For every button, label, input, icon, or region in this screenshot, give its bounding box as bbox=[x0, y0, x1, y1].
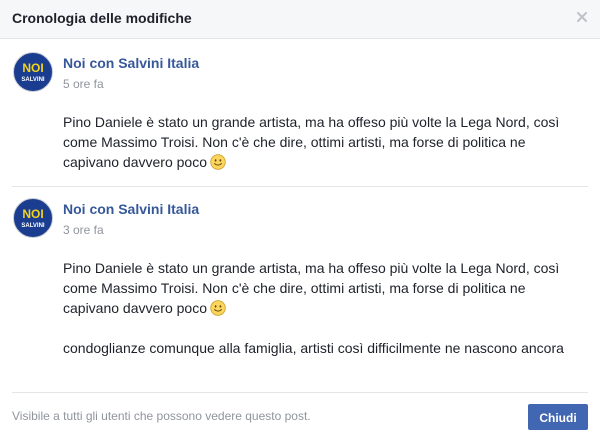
revision-paragraph: Pino Daniele è stato un grande artista, … bbox=[63, 258, 583, 318]
author-name-link[interactable]: Noi con Salvini Italia bbox=[63, 201, 199, 217]
revisions-list: NOI SALVINI Noi con Salvini Italia 5 ore… bbox=[0, 39, 600, 392]
edit-history-dialog: Cronologia delle modifiche NOI SALVINI N… bbox=[0, 0, 600, 443]
visibility-note: Visibile a tutti gli utenti che possono … bbox=[12, 409, 311, 423]
revision-text: Pino Daniele è stato un grande artista, … bbox=[63, 112, 583, 172]
paragraph-text: Pino Daniele è stato un grande artista, … bbox=[63, 114, 560, 170]
avatar[interactable]: NOI SALVINI bbox=[12, 197, 54, 239]
dialog-header: Cronologia delle modifiche bbox=[0, 0, 600, 39]
timestamp-link[interactable]: 5 ore fa bbox=[63, 77, 104, 91]
dialog-footer: Visibile a tutti gli utenti che possono … bbox=[0, 392, 600, 443]
revision-text: Pino Daniele è stato un grande artista, … bbox=[63, 258, 583, 358]
footer-divider bbox=[12, 392, 588, 393]
revision-divider bbox=[12, 186, 588, 187]
revision-paragraph: condoglianze comunque alla famiglia, art… bbox=[63, 340, 564, 356]
dialog-title: Cronologia delle modifiche bbox=[12, 10, 192, 26]
close-button[interactable]: Chiudi bbox=[528, 404, 588, 430]
smile-emoji-icon bbox=[210, 154, 226, 170]
revision-paragraph: Pino Daniele è stato un grande artista, … bbox=[63, 112, 583, 172]
revision-item: NOI SALVINI Noi con Salvini Italia 5 ore… bbox=[12, 51, 588, 186]
timestamp-link[interactable]: 3 ore fa bbox=[63, 223, 104, 237]
avatar-text-top: NOI bbox=[22, 207, 43, 221]
smile-emoji-icon bbox=[210, 300, 226, 316]
avatar-text-bottom: SALVINI bbox=[21, 223, 45, 229]
close-icon[interactable] bbox=[574, 9, 590, 25]
avatar-text-top: NOI bbox=[22, 61, 43, 75]
avatar-text-bottom: SALVINI bbox=[21, 77, 45, 83]
avatar[interactable]: NOI SALVINI bbox=[12, 51, 54, 93]
paragraph-text: Pino Daniele è stato un grande artista, … bbox=[63, 260, 560, 316]
author-name-link[interactable]: Noi con Salvini Italia bbox=[63, 55, 199, 71]
revision-item: NOI SALVINI Noi con Salvini Italia 3 ore… bbox=[12, 197, 588, 392]
